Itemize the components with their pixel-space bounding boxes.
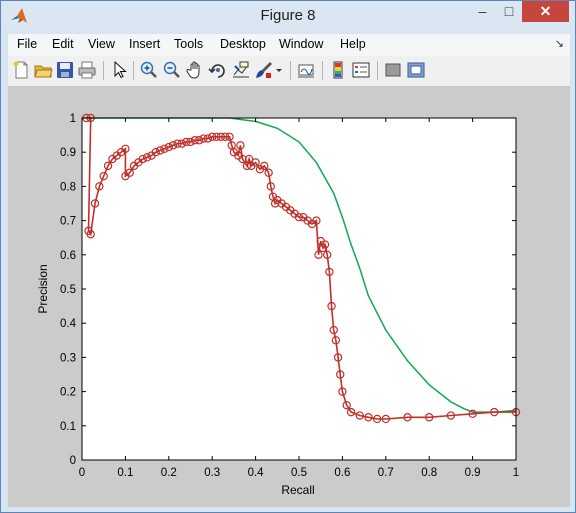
save-icon[interactable]	[55, 60, 75, 80]
y-tick-label: 0.9	[60, 147, 76, 159]
link-plot-icon[interactable]	[296, 60, 316, 80]
menubar-dock-arrow-icon[interactable]: ↘	[555, 37, 564, 50]
figure-toolbar	[8, 56, 570, 87]
menu-window[interactable]: Window	[279, 37, 323, 51]
menu-edit[interactable]: Edit	[52, 37, 74, 51]
axes-area[interactable]	[82, 118, 516, 460]
x-tick-label: 1	[513, 467, 519, 479]
x-tick-label: 0	[79, 467, 85, 479]
hide-plot-tools-icon[interactable]	[383, 60, 403, 80]
y-tick-label: 0.1	[60, 421, 76, 433]
y-tick-label: 0.4	[60, 318, 77, 330]
y-axis-label: Precision	[36, 264, 50, 313]
x-tick-label: 0.2	[161, 467, 177, 479]
pan-icon[interactable]	[185, 60, 205, 80]
menu-view[interactable]: View	[88, 37, 115, 51]
new-figure-icon[interactable]	[11, 60, 31, 80]
menu-insert[interactable]: Insert	[129, 37, 160, 51]
zoom-out-icon[interactable]	[162, 60, 182, 80]
toolbar-separator	[133, 61, 134, 80]
toolbar-separator	[322, 61, 323, 80]
x-tick-label: 0.7	[378, 467, 394, 479]
toolbar-separator	[377, 61, 378, 80]
show-plot-tools-icon[interactable]	[406, 60, 426, 80]
y-tick-label: 0.8	[60, 181, 76, 193]
minimize-button[interactable]: –	[469, 1, 496, 22]
toolbar-separator	[290, 61, 291, 80]
maximize-button[interactable]: □	[496, 1, 522, 22]
x-tick-label: 0.8	[421, 467, 437, 479]
menu-tools[interactable]: Tools	[174, 37, 203, 51]
figure-canvas: 0 0.1 0.2 0.3 0.4 0.5 0.6 0.7 0.8 0.9 1 0 0.1 0.2 0.3 0…	[8, 87, 570, 507]
open-file-icon[interactable]	[33, 60, 53, 80]
close-button[interactable]: ✕	[522, 1, 569, 22]
menu-desktop[interactable]: Desktop	[220, 37, 266, 51]
menu-help[interactable]: Help	[340, 37, 366, 51]
pointer-icon[interactable]	[109, 60, 129, 80]
title-bar[interactable]: Figure 8 – □ ✕	[1, 1, 575, 31]
rotate-3d-icon[interactable]	[208, 60, 228, 80]
y-tick-label: 0.7	[60, 216, 76, 228]
figure-window: Figure 8 – □ ✕ File Edit View Insert Too…	[0, 0, 576, 513]
x-tick-label: 0.6	[334, 467, 350, 479]
x-tick-label: 0.1	[117, 467, 133, 479]
insert-legend-icon[interactable]	[351, 60, 371, 80]
brush-dropdown-icon[interactable]	[274, 60, 284, 80]
y-tick-label: 0.6	[60, 250, 76, 262]
y-tick-label: 0.2	[60, 387, 76, 399]
print-icon[interactable]	[77, 60, 97, 80]
plot-svg: 0 0.1 0.2 0.3 0.4 0.5 0.6 0.7 0.8 0.9 1 0 0.1 0.2 0.3 0…	[36, 113, 521, 497]
y-tick-label: 0	[70, 455, 76, 467]
x-axis-label: Recall	[281, 483, 314, 497]
x-tick-label: 0.3	[204, 467, 220, 479]
x-tick-label: 0.5	[291, 467, 307, 479]
data-cursor-icon[interactable]	[231, 60, 251, 80]
brush-icon[interactable]	[254, 60, 274, 80]
y-tick-label: 1	[70, 113, 76, 125]
menu-file[interactable]: File	[17, 37, 37, 51]
y-tick-label: 0.5	[60, 284, 76, 296]
menu-bar: File Edit View Insert Tools Desktop Wind…	[8, 34, 570, 56]
x-tick-label: 0.9	[465, 467, 481, 479]
toolbar-separator	[103, 61, 104, 80]
x-tick-label: 0.4	[248, 467, 265, 479]
zoom-in-icon[interactable]	[139, 60, 159, 80]
y-tick-label: 0.3	[60, 352, 76, 364]
insert-colorbar-icon[interactable]	[328, 60, 348, 80]
